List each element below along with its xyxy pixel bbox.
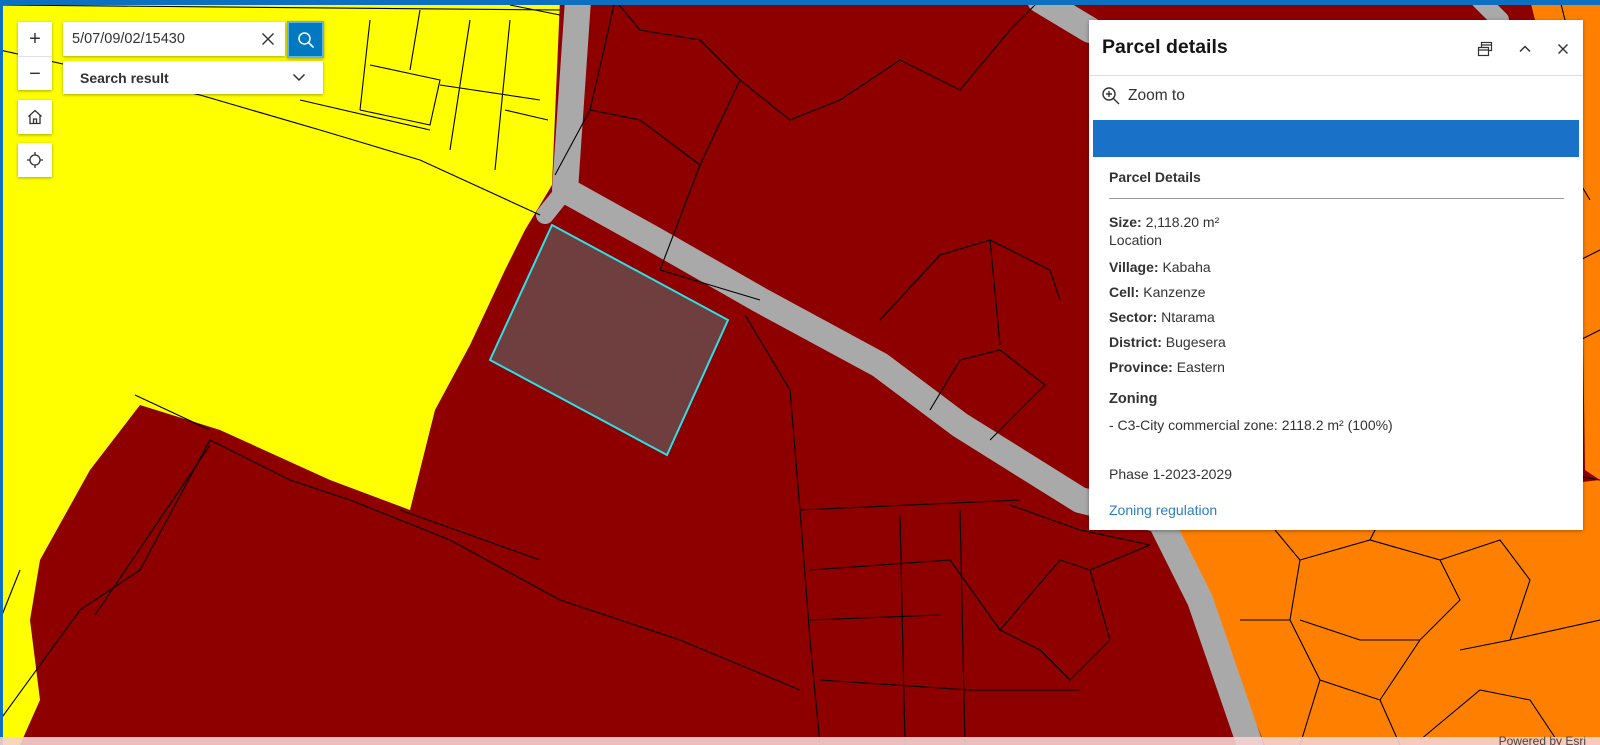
zoom-in-button[interactable]: + (18, 22, 52, 56)
parcel-details-panel: Parcel details Zoom to Parcel Details Si… (1089, 20, 1583, 530)
chevron-up-icon (1519, 45, 1531, 53)
zoning-title: Zoning (1109, 391, 1158, 407)
attribution-bar (0, 737, 1600, 745)
dock-icon (1477, 41, 1493, 57)
dock-button[interactable] (1473, 37, 1497, 61)
zoom-to-label: Zoom to (1128, 87, 1185, 104)
zoning-regulation-link[interactable]: Zoning regulation (1109, 501, 1564, 519)
sector-label: Sector: (1109, 309, 1158, 325)
province-label: Province: (1109, 359, 1173, 375)
search-button[interactable] (287, 21, 324, 58)
close-icon (1558, 44, 1568, 54)
village-value: Kabaha (1162, 259, 1211, 275)
close-panel-button[interactable] (1551, 37, 1575, 61)
panel-title: Parcel details (1102, 36, 1228, 58)
section-divider (1109, 198, 1564, 199)
location-label: Location (1109, 232, 1162, 248)
search-box (63, 22, 285, 56)
size-value: 2,118.20 m² (1145, 214, 1220, 230)
panel-header: Parcel details (1089, 20, 1583, 76)
home-button[interactable] (18, 100, 52, 134)
locate-control (18, 143, 52, 177)
home-icon (28, 109, 42, 125)
zoom-in-icon (1102, 87, 1120, 105)
search-icon (297, 31, 314, 48)
feature-header-bar (1093, 120, 1579, 157)
locate-button[interactable] (18, 143, 52, 177)
left-border (0, 0, 3, 745)
size-row: Size: 2,118.20 m² (1109, 213, 1564, 231)
section-title: Parcel Details (1109, 169, 1201, 185)
crosshair-icon (27, 152, 43, 168)
cell-value: Kanzenze (1143, 284, 1206, 300)
cell-row: Cell: Kanzenze (1109, 283, 1564, 301)
close-icon (262, 33, 274, 45)
minus-icon: − (29, 62, 41, 85)
home-control (18, 100, 52, 134)
district-label: District: (1109, 334, 1162, 350)
top-border (0, 0, 1600, 5)
panel-content: Parcel Details Size: 2,118.20 m² Locatio… (1109, 168, 1564, 526)
village-row: Village: Kabaha (1109, 258, 1564, 276)
province-value: Eastern (1176, 359, 1225, 375)
cell-label: Cell: (1109, 284, 1140, 300)
search-input[interactable] (63, 31, 243, 47)
search-result-dropdown[interactable]: Search result (63, 61, 323, 94)
collapse-button[interactable] (1513, 37, 1537, 61)
province-row: Province: Eastern (1109, 358, 1564, 376)
sector-row: Sector: Ntarama (1109, 308, 1564, 326)
phase-text: Phase 1-2023-2029 (1109, 466, 1232, 482)
zoning-line: - C3-City commercial zone: 2118.2 m² (10… (1109, 417, 1393, 433)
chevron-down-icon (292, 73, 306, 82)
sector-value: Ntarama (1161, 309, 1215, 325)
clear-search-button[interactable] (257, 28, 279, 50)
zoom-controls: + − (18, 22, 52, 90)
zoom-out-button[interactable]: − (18, 56, 52, 90)
village-label: Village: (1109, 259, 1159, 275)
map-attribution: Powered by Esri (1498, 734, 1586, 745)
size-label: Size: (1109, 214, 1142, 230)
search-result-label: Search result (80, 69, 169, 86)
district-row: District: Bugesera (1109, 333, 1564, 351)
plus-icon: + (29, 28, 41, 50)
zoom-to-action[interactable]: Zoom to (1101, 86, 1185, 106)
district-value: Bugesera (1165, 334, 1226, 350)
